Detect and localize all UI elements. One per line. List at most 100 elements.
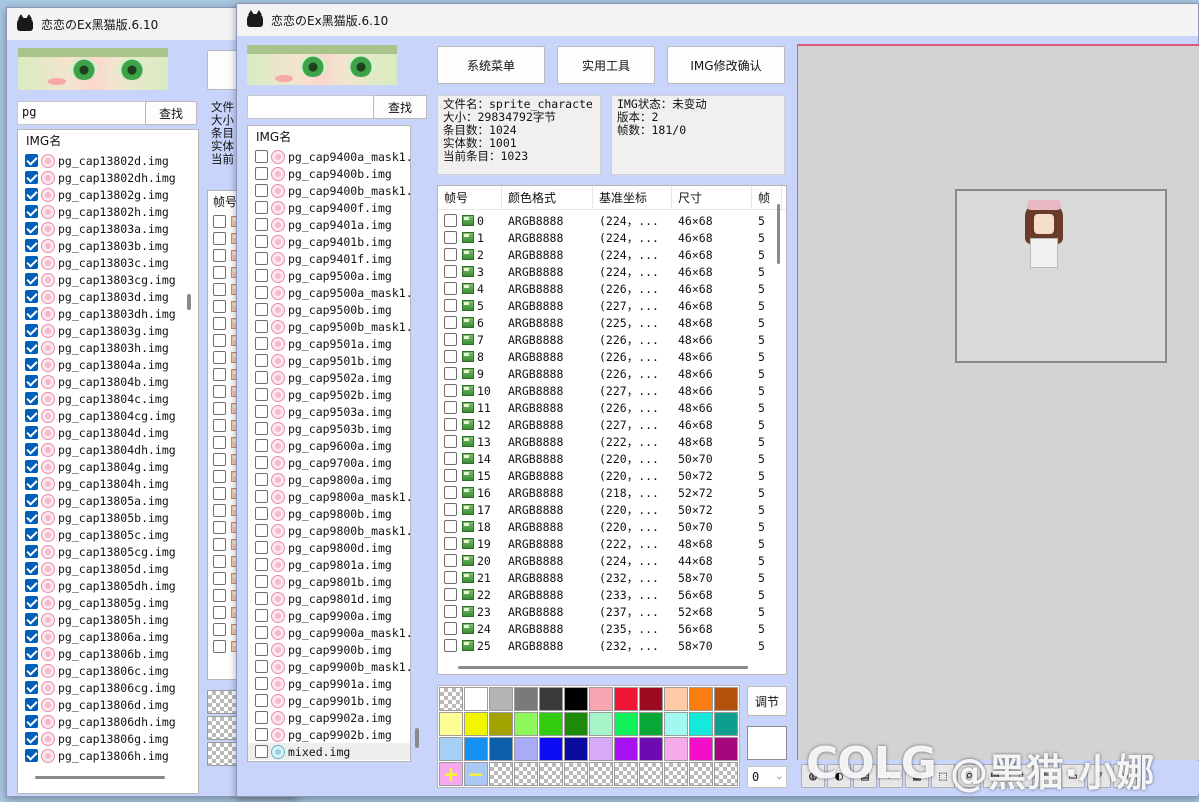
checkbox[interactable] bbox=[255, 745, 268, 758]
checkbox[interactable] bbox=[25, 545, 38, 558]
palette-swatch[interactable] bbox=[639, 737, 663, 761]
frame-row[interactable]: 21 ARGB8888 (232，... 58×70 5 bbox=[438, 569, 786, 586]
checkbox[interactable] bbox=[255, 235, 268, 248]
checkbox[interactable] bbox=[25, 392, 38, 405]
palette-swatch[interactable] bbox=[564, 737, 588, 761]
checkbox[interactable] bbox=[213, 300, 226, 313]
checkbox[interactable] bbox=[444, 486, 457, 499]
frame-row[interactable]: 22 ARGB8888 (233，... 56×68 5 bbox=[438, 586, 786, 603]
palette-swatch[interactable] bbox=[589, 737, 613, 761]
checkbox[interactable] bbox=[25, 341, 38, 354]
checkbox[interactable] bbox=[25, 256, 38, 269]
col-frame-no[interactable]: 帧号 bbox=[438, 186, 502, 210]
checkbox[interactable] bbox=[213, 623, 226, 636]
checkbox[interactable] bbox=[25, 562, 38, 575]
tile-transparent[interactable] bbox=[207, 716, 239, 740]
palette-swatch[interactable] bbox=[464, 712, 488, 736]
checkbox[interactable] bbox=[25, 579, 38, 592]
checkbox[interactable] bbox=[255, 558, 268, 571]
list-item[interactable]: pg_cap9400b_mask1. bbox=[248, 182, 410, 199]
palette-swatch[interactable] bbox=[689, 712, 713, 736]
list-item[interactable]: pg_cap9902b.img bbox=[248, 726, 410, 743]
checkbox[interactable] bbox=[444, 299, 457, 312]
palette-swatch[interactable] bbox=[664, 687, 688, 711]
checkbox[interactable] bbox=[25, 698, 38, 711]
checkbox[interactable] bbox=[444, 418, 457, 431]
palette-swatch[interactable] bbox=[439, 712, 463, 736]
checkbox[interactable] bbox=[25, 477, 38, 490]
palette-swatch[interactable] bbox=[714, 687, 738, 711]
palette-swatch[interactable] bbox=[439, 737, 463, 761]
checkbox[interactable] bbox=[255, 575, 268, 588]
checkbox[interactable] bbox=[25, 613, 38, 626]
checkbox[interactable] bbox=[255, 456, 268, 469]
checkbox[interactable] bbox=[25, 273, 38, 286]
checkbox[interactable] bbox=[255, 507, 268, 520]
palette-swatch[interactable] bbox=[714, 737, 738, 761]
frame-row[interactable]: 23 ARGB8888 (237，... 52×68 5 bbox=[438, 603, 786, 620]
checkbox[interactable] bbox=[255, 320, 268, 333]
frame-row[interactable]: 11 ARGB8888 (226，... 48×66 5 bbox=[438, 399, 786, 416]
frame-row[interactable]: 24 ARGB8888 (235，... 56×68 5 bbox=[438, 620, 786, 637]
back-partial-button[interactable] bbox=[207, 50, 239, 90]
list-item[interactable]: pg_cap9800a_mask1. bbox=[248, 488, 410, 505]
list-item[interactable]: pg_cap13805c.img bbox=[18, 526, 198, 543]
list-item[interactable]: pg_cap9800a.img bbox=[248, 471, 410, 488]
layer-select[interactable]: 0 ⌵ bbox=[747, 766, 787, 788]
list-item[interactable]: pg_cap9900a_mask1. bbox=[248, 624, 410, 641]
checkbox[interactable] bbox=[25, 239, 38, 252]
list-item[interactable]: pg_cap9501b.img bbox=[248, 352, 410, 369]
checkbox[interactable] bbox=[255, 150, 268, 163]
checkbox[interactable] bbox=[25, 596, 38, 609]
checkbox[interactable] bbox=[213, 266, 226, 279]
list-item[interactable]: pg_cap9800b.img bbox=[248, 505, 410, 522]
empty-swatch[interactable] bbox=[689, 762, 713, 786]
checkbox[interactable] bbox=[255, 201, 268, 214]
frame-row[interactable]: 2 ARGB8888 (224，... 46×68 5 bbox=[438, 246, 786, 263]
checkbox[interactable] bbox=[25, 205, 38, 218]
checkbox[interactable] bbox=[444, 350, 457, 363]
list-item[interactable]: pg_cap13804b.img bbox=[18, 373, 198, 390]
checkbox[interactable] bbox=[444, 231, 457, 244]
checkbox[interactable] bbox=[213, 470, 226, 483]
checkbox[interactable] bbox=[444, 435, 457, 448]
checkbox[interactable] bbox=[444, 401, 457, 414]
palette-swatch[interactable] bbox=[639, 712, 663, 736]
checkbox[interactable] bbox=[213, 453, 226, 466]
list-item[interactable]: pg_cap13806g.img bbox=[18, 730, 198, 747]
checkbox[interactable] bbox=[255, 371, 268, 384]
checkbox[interactable] bbox=[255, 694, 268, 707]
adjust-button[interactable]: 调节 bbox=[747, 686, 787, 716]
list-item[interactable]: pg_cap13803h.img bbox=[18, 339, 198, 356]
list-item[interactable]: pg_cap9700a.img bbox=[248, 454, 410, 471]
list-item[interactable]: pg_cap9900a.img bbox=[248, 607, 410, 624]
checkbox[interactable] bbox=[25, 222, 38, 235]
list-item[interactable]: pg_cap9503a.img bbox=[248, 403, 410, 420]
checkbox[interactable] bbox=[255, 388, 268, 401]
current-color-swatch[interactable] bbox=[747, 726, 787, 760]
tile-transparent[interactable] bbox=[207, 690, 239, 714]
empty-swatch[interactable] bbox=[639, 762, 663, 786]
frame-row[interactable]: 6 ARGB8888 (225，... 48×68 5 bbox=[438, 314, 786, 331]
palette-swatch[interactable] bbox=[564, 687, 588, 711]
palette-swatch[interactable] bbox=[664, 712, 688, 736]
palette-swatch[interactable] bbox=[689, 687, 713, 711]
checkbox[interactable] bbox=[213, 487, 226, 500]
list-item[interactable]: pg_cap9902a.img bbox=[248, 709, 410, 726]
checkbox[interactable] bbox=[444, 248, 457, 261]
frame-row[interactable]: 1 ARGB8888 (224，... 46×68 5 bbox=[438, 229, 786, 246]
col-base-coord[interactable]: 基准坐标 bbox=[593, 186, 672, 210]
checkbox[interactable] bbox=[444, 384, 457, 397]
checkbox[interactable] bbox=[255, 711, 268, 724]
frame-row[interactable]: 18 ARGB8888 (220，... 50×70 5 bbox=[438, 518, 786, 535]
img-confirm-button[interactable]: IMG修改确认 bbox=[667, 46, 785, 84]
checkbox[interactable] bbox=[255, 473, 268, 486]
empty-swatch[interactable] bbox=[539, 762, 563, 786]
checkbox[interactable] bbox=[255, 524, 268, 537]
checkbox[interactable] bbox=[255, 728, 268, 741]
checkbox[interactable] bbox=[444, 605, 457, 618]
checkbox[interactable] bbox=[25, 171, 38, 184]
list-item[interactable]: pg_cap9801d.img bbox=[248, 590, 410, 607]
tile-transparent[interactable] bbox=[207, 742, 239, 766]
palette-swatch[interactable] bbox=[514, 737, 538, 761]
